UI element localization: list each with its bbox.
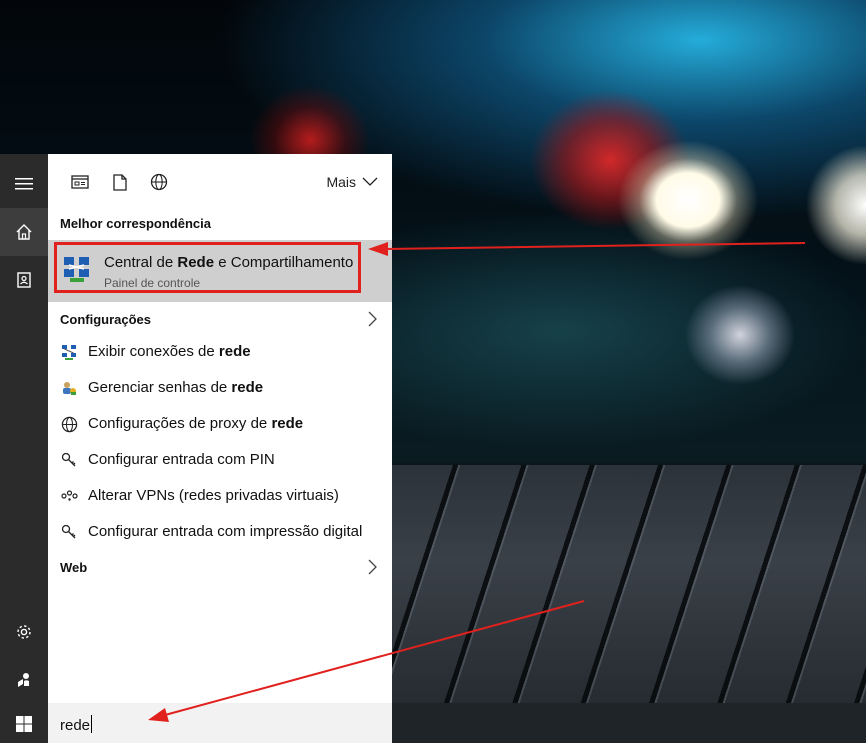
filter-toolbar: Mais [48,154,392,210]
chevron-down-icon [362,177,378,186]
key-icon [60,451,78,469]
chevron-right-icon[interactable] [366,311,378,327]
settings-heading: Configurações [60,312,152,327]
list-item-label: Alterar VPNs (redes privadas virtuais) [88,487,339,504]
list-item-gerenciar-senhas[interactable]: Gerenciar senhas de rede [48,370,392,406]
more-label: Mais [326,174,356,190]
key-icon [60,523,78,541]
feedback-icon [18,673,29,687]
list-item-proxy[interactable]: Configurações de proxy de rede [48,406,392,442]
start-left-rail [0,154,48,743]
web-heading: Web [60,560,88,575]
best-match-heading: Melhor correspondência [60,216,211,231]
list-item-exibir-conexoes[interactable]: Exibir conexões de rede [48,334,392,370]
web-filter-button[interactable] [147,170,171,194]
settings-button[interactable] [0,608,48,656]
notebook-button[interactable] [0,256,48,304]
home-button[interactable] [0,208,48,256]
gear-icon [17,625,31,639]
best-match-title: Central de Rede e Compartilhamento [104,254,354,271]
credential-manager-icon [60,379,78,397]
text-caret [91,715,93,733]
globe-icon [60,415,78,433]
network-sharing-center-icon [62,254,92,284]
list-item-pin[interactable]: Configurar entrada com PIN [48,442,392,478]
list-item-fingerprint[interactable]: Configurar entrada com impressão digital [48,514,392,550]
home-icon [16,224,32,240]
taskbar [392,703,866,743]
apps-filter-button[interactable] [68,170,92,194]
list-item-label: Configurar entrada com impressão digital [88,523,363,540]
documents-filter-button[interactable] [108,170,132,194]
start-button[interactable] [0,700,48,748]
search-query: rede [60,715,93,734]
search-input[interactable]: rede [48,703,392,743]
hamburger-menu-button[interactable] [0,160,48,208]
globe-icon [150,173,168,191]
list-item-label: Exibir conexões de rede [88,343,251,360]
list-item-label: Gerenciar senhas de rede [88,379,264,396]
list-item-vpn[interactable]: Alterar VPNs (redes privadas virtuais) [48,478,392,514]
feedback-button[interactable] [0,656,48,704]
chevron-right-icon[interactable] [366,559,378,575]
search-results-panel: Mais Melhor correspondência Central de R… [48,154,392,703]
list-item-label: Configurações de proxy de rede [88,415,304,432]
list-item-label: Configurar entrada com PIN [88,451,275,468]
best-match-subtitle: Painel de controle [104,276,201,290]
document-icon [113,173,127,191]
notebook-icon [17,272,31,288]
vpn-icon [60,487,78,505]
more-filters-dropdown[interactable]: Mais [326,174,378,190]
windows-logo-icon [16,716,32,732]
network-connections-icon [60,343,78,361]
hamburger-icon [15,178,33,190]
apps-filter-icon [71,175,89,189]
wallpaper-wooden-deck [392,465,866,705]
